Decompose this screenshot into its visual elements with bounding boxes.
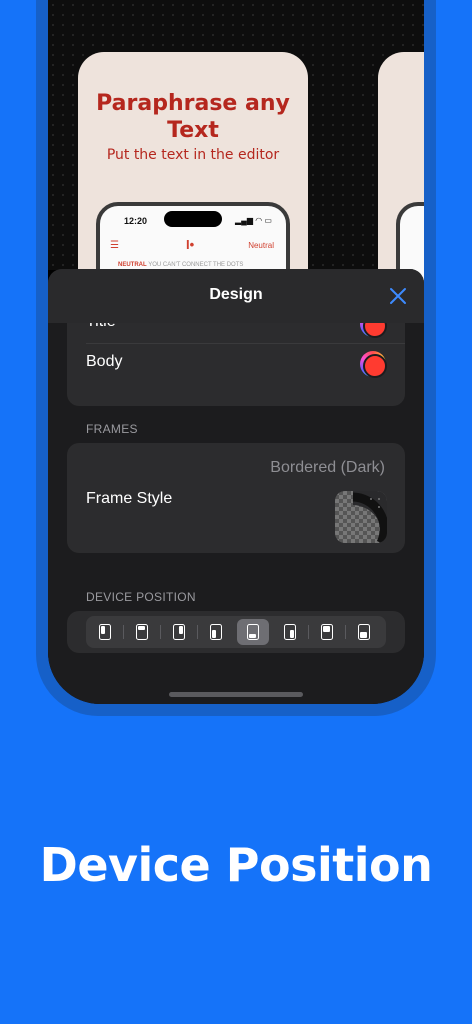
- colors-list: Title Body: [67, 323, 405, 406]
- frames-section-header: FRAMES: [86, 422, 138, 436]
- device-position-option-5[interactable]: [237, 619, 269, 645]
- position-bottom-right-icon: [284, 624, 296, 640]
- mini-time: 12:20: [124, 216, 148, 226]
- segment-separator: [308, 625, 309, 639]
- segment-separator: [197, 625, 198, 639]
- title-color-picker[interactable]: [360, 323, 387, 338]
- phone-screen: Paraphrase any Text Put the text in the …: [48, 0, 424, 704]
- mini-status-icons: ▂▄▆ ◠ ▭: [235, 216, 272, 225]
- device-position-option-4[interactable]: [200, 619, 232, 645]
- position-top-left-icon: [99, 624, 111, 640]
- divider: [86, 343, 405, 344]
- colors-group: [67, 271, 405, 325]
- device-position-option-6[interactable]: [274, 619, 306, 645]
- segment-separator: [345, 625, 346, 639]
- mini-text-line: NEUTRAL YOU CAN'T CONNECT THE DOTS: [118, 262, 243, 268]
- device-position-option-3[interactable]: [163, 619, 195, 645]
- device-position-segmented-control[interactable]: [86, 616, 386, 648]
- body-color-picker[interactable]: [360, 351, 387, 378]
- position-bottom-icon: [247, 624, 259, 640]
- device-position-option-1[interactable]: [89, 619, 121, 645]
- mini-text-tag: NEUTRAL: [118, 262, 147, 268]
- segment-separator: [123, 625, 124, 639]
- position-top-large-icon: [321, 624, 333, 640]
- device-position-option-8[interactable]: [348, 619, 380, 645]
- marketing-caption: Device Position: [39, 838, 433, 892]
- card-subtitle: Put the text in the editor: [106, 147, 280, 163]
- frame-style-row[interactable]: Bordered (Dark) Frame Style: [67, 443, 405, 553]
- title-color-label[interactable]: Title: [86, 323, 116, 331]
- frame-style-thumbnail[interactable]: [335, 491, 387, 543]
- device-position-section-header: DEVICE POSITION: [86, 590, 196, 604]
- frame-preview-icon: [335, 491, 387, 543]
- frame-style-value: Bordered (Dark): [270, 459, 385, 476]
- frame-style-label: Frame Style: [86, 490, 173, 507]
- device-position-option-2[interactable]: [126, 619, 158, 645]
- mini-logo: I•: [186, 237, 195, 252]
- card-title: Paraphrase any Text: [96, 91, 290, 143]
- position-top-right-icon: [173, 624, 185, 640]
- home-indicator: [169, 692, 303, 697]
- position-bottom-left-icon: [210, 624, 222, 640]
- position-bottom-large-icon: [358, 624, 370, 640]
- body-color-label[interactable]: Body: [86, 353, 122, 371]
- dynamic-island: [164, 211, 222, 227]
- mini-neutral-label: Neutral: [248, 241, 274, 250]
- position-top-icon: [136, 624, 148, 640]
- mini-text: YOU CAN'T CONNECT THE DOTS: [148, 262, 244, 268]
- menu-icon: ☰: [110, 240, 119, 251]
- device-position-option-7[interactable]: [311, 619, 343, 645]
- segment-separator: [160, 625, 161, 639]
